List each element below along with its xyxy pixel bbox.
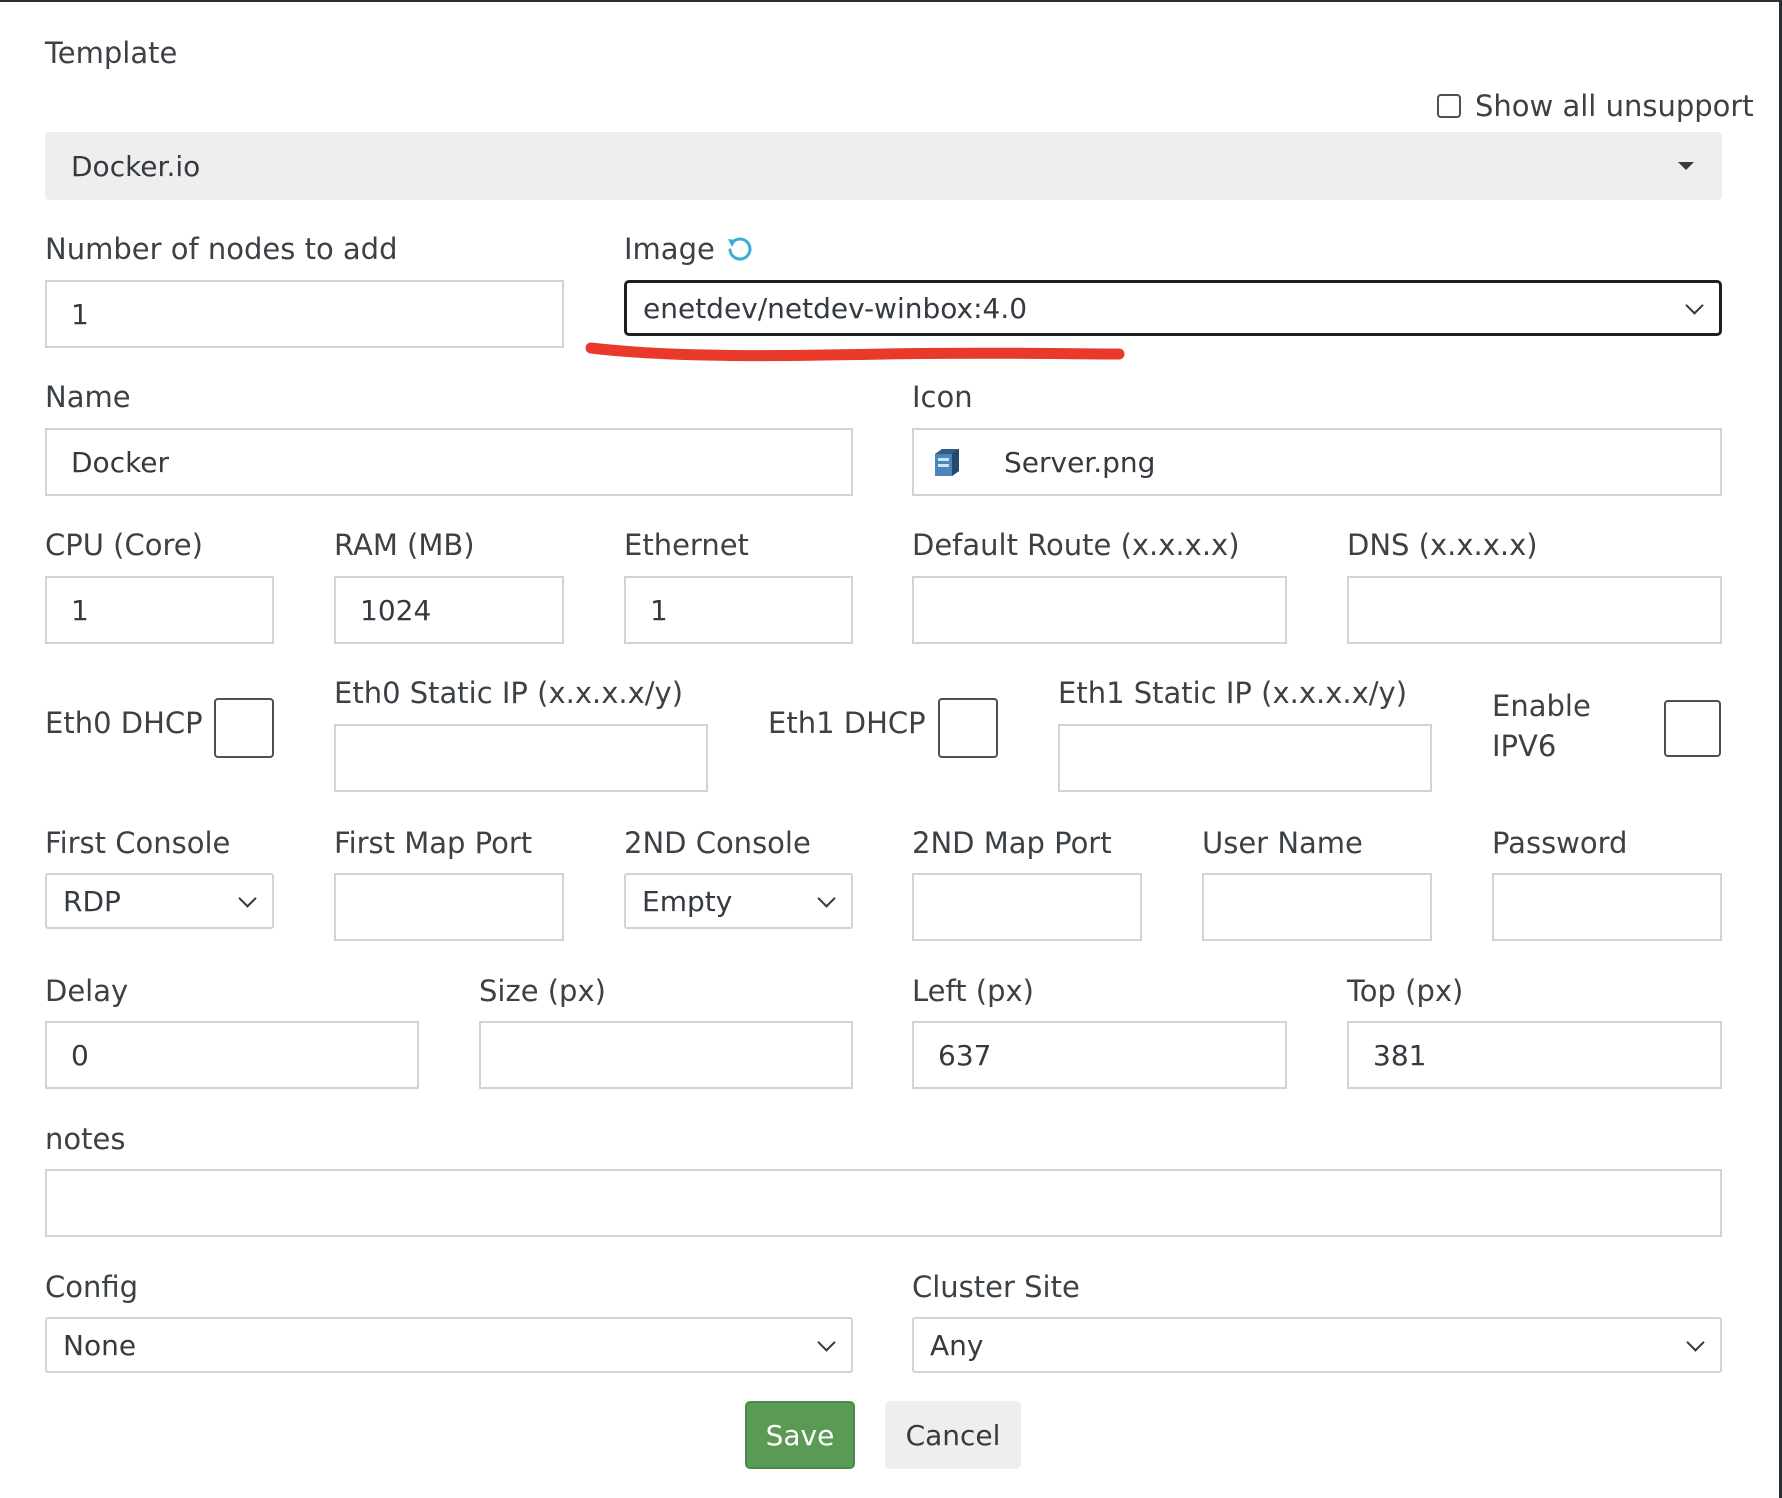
first-map-port-label: First Map Port xyxy=(334,826,533,860)
left-label: Left (px) xyxy=(912,974,1034,1008)
icon-label: Icon xyxy=(912,380,973,414)
image-select-value: enetdev/netdev-winbox:4.0 xyxy=(643,291,1028,325)
notes-input[interactable] xyxy=(45,1169,1722,1237)
delay-label: Delay xyxy=(45,974,129,1008)
eth1-dhcp-checkbox[interactable] xyxy=(938,698,998,758)
image-select[interactable]: enetdev/netdev-winbox:4.0 xyxy=(624,280,1722,336)
first-console-label: First Console xyxy=(45,826,231,860)
eth0-ip-input[interactable] xyxy=(334,724,708,792)
ethernet-input[interactable] xyxy=(624,576,853,644)
cpu-label: CPU (Core) xyxy=(45,528,203,562)
chevron-down-icon xyxy=(817,1333,836,1352)
top-label: Top (px) xyxy=(1347,974,1464,1008)
left-input[interactable] xyxy=(912,1021,1287,1089)
ram-label: RAM (MB) xyxy=(334,528,475,562)
eth0-dhcp-label: Eth0 DHCP xyxy=(45,706,203,740)
notes-label: notes xyxy=(45,1122,126,1156)
server-icon xyxy=(935,449,959,476)
ipv6-label-line2: IPV6 xyxy=(1492,729,1557,763)
ipv6-label-line1: Enable xyxy=(1492,689,1591,723)
size-input[interactable] xyxy=(479,1021,853,1089)
second-map-port-input[interactable] xyxy=(912,873,1142,941)
name-label: Name xyxy=(45,380,131,414)
icon-select-value: Server.png xyxy=(1004,445,1156,479)
show-all-label: Show all unsupport xyxy=(1475,89,1754,123)
delay-input[interactable] xyxy=(45,1021,419,1089)
chevron-down-icon xyxy=(1686,1333,1705,1352)
chevron-down-icon xyxy=(817,889,836,908)
nodes-label: Number of nodes to add xyxy=(45,232,398,266)
red-annotation-underline xyxy=(585,342,1125,362)
name-input[interactable] xyxy=(45,428,853,496)
dns-label: DNS (x.x.x.x) xyxy=(1347,528,1538,562)
icon-select[interactable]: Server.png xyxy=(912,428,1722,496)
refresh-icon[interactable] xyxy=(725,235,753,263)
eth0-ip-label: Eth0 Static IP (x.x.x.x/y) xyxy=(334,676,684,710)
size-label: Size (px) xyxy=(479,974,606,1008)
first-map-port-input[interactable] xyxy=(334,873,564,941)
top-input[interactable] xyxy=(1347,1021,1722,1089)
username-input[interactable] xyxy=(1202,873,1432,941)
cluster-site-label: Cluster Site xyxy=(912,1270,1080,1304)
template-label: Template xyxy=(45,36,178,70)
config-label: Config xyxy=(45,1270,139,1304)
show-all-checkbox[interactable] xyxy=(1437,94,1461,118)
config-select-value: None xyxy=(63,1328,137,1362)
second-map-port-label: 2ND Map Port xyxy=(912,826,1112,860)
cluster-site-select[interactable]: Any xyxy=(912,1317,1722,1373)
cluster-site-value: Any xyxy=(930,1328,984,1362)
image-label-row: Image xyxy=(624,232,753,267)
username-label: User Name xyxy=(1202,826,1363,860)
nodes-input[interactable] xyxy=(45,280,564,348)
template-select-value: Docker.io xyxy=(71,149,201,183)
image-label: Image xyxy=(624,232,715,266)
password-input[interactable] xyxy=(1492,873,1722,941)
eth1-ip-label: Eth1 Static IP (x.x.x.x/y) xyxy=(1058,676,1408,710)
ipv6-label: Enable IPV6 xyxy=(1492,686,1591,766)
first-console-select[interactable]: RDP xyxy=(45,873,274,929)
second-console-label: 2ND Console xyxy=(624,826,811,860)
ethernet-label: Ethernet xyxy=(624,528,749,562)
eth1-ip-input[interactable] xyxy=(1058,724,1432,792)
default-route-label: Default Route (x.x.x.x) xyxy=(912,528,1240,562)
config-select[interactable]: None xyxy=(45,1317,853,1373)
template-select[interactable]: Docker.io xyxy=(45,132,1722,200)
chevron-down-icon xyxy=(238,889,257,908)
ipv6-checkbox[interactable] xyxy=(1664,700,1721,757)
second-console-value: Empty xyxy=(642,884,733,918)
chevron-down-icon xyxy=(1685,296,1704,315)
ram-input[interactable] xyxy=(334,576,564,644)
first-console-value: RDP xyxy=(63,884,121,918)
save-button[interactable]: Save xyxy=(745,1401,855,1469)
cpu-input[interactable] xyxy=(45,576,274,644)
second-console-select[interactable]: Empty xyxy=(624,873,853,929)
eth0-dhcp-checkbox[interactable] xyxy=(214,698,274,758)
show-all-unsupport[interactable]: Show all unsupport xyxy=(1437,88,1754,124)
dns-input[interactable] xyxy=(1347,576,1722,644)
caret-down-icon xyxy=(1678,162,1694,170)
eth1-dhcp-label: Eth1 DHCP xyxy=(768,706,926,740)
default-route-input[interactable] xyxy=(912,576,1287,644)
password-label: Password xyxy=(1492,826,1628,860)
window-top-border xyxy=(0,0,1782,2)
cancel-button[interactable]: Cancel xyxy=(885,1401,1021,1469)
